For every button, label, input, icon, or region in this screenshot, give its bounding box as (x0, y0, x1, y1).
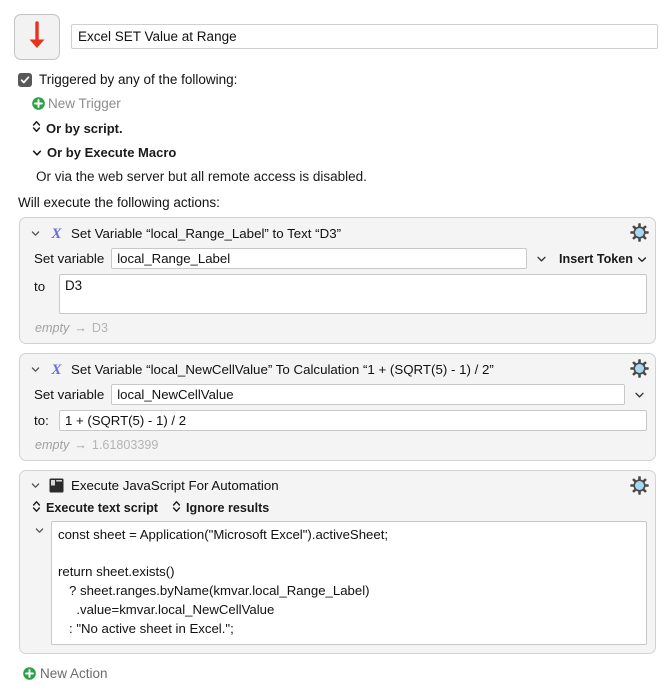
variable-name-input-2[interactable]: local_NewCellValue (111, 384, 625, 405)
macro-title-value: Excel SET Value at Range (78, 29, 237, 44)
variable-x-icon: X (47, 361, 65, 377)
chevron-down-icon[interactable] (30, 366, 41, 373)
variable-name-input-1[interactable]: local_Range_Label (111, 248, 528, 269)
insert-token-button-1[interactable]: Insert Token (556, 252, 647, 266)
ignore-results-label: Ignore results (186, 501, 270, 515)
result-line-2: empty → 1.61803399 (28, 434, 647, 452)
up-down-chevron-icon (172, 500, 181, 516)
trigger-enabled-label: Triggered by any of the following: (39, 72, 238, 87)
action-gear-icon-1[interactable] (630, 223, 649, 242)
chevron-down-icon (32, 145, 42, 160)
svg-text:X: X (50, 226, 62, 241)
to-row-1: to D3 (28, 272, 647, 317)
to-row-2: to: 1 + (SQRT(5) - 1) / 2 (28, 408, 647, 434)
to-label-2: to: (34, 413, 49, 428)
macro-editor-pane: Excel SET Value at Range Triggered by an… (0, 0, 670, 691)
or-by-script-label: Or by script. (46, 120, 123, 136)
variable-name-value-2: local_NewCellValue (117, 387, 234, 402)
actions-header: Will execute the following actions: (18, 195, 220, 210)
ignore-results-popup[interactable]: Ignore results (172, 500, 269, 516)
action-set-variable-text[interactable]: X Set Variable “local_Range_Label” to Te… (19, 217, 656, 344)
trigger-enabled-row[interactable]: Triggered by any of the following: (18, 72, 670, 87)
new-action-button[interactable]: New Action (0, 663, 670, 681)
action-set-variable-calculation[interactable]: X Set Variable “local_NewCellValue” To C… (19, 353, 656, 461)
script-editor-row: const sheet = Application("Microsoft Exc… (28, 521, 647, 646)
svg-text:X: X (50, 362, 62, 377)
variable-name-dropdown-2[interactable] (632, 391, 647, 399)
action-title-2: Set Variable “local_NewCellValue” To Cal… (71, 361, 494, 377)
calculation-input-2[interactable]: 1 + (SQRT(5) - 1) / 2 (59, 410, 647, 431)
macro-header: Excel SET Value at Range (0, 0, 670, 60)
insert-token-label-1: Insert Token (559, 251, 633, 266)
set-variable-row-2: Set variable local_NewCellValue (28, 382, 647, 408)
or-by-execute-macro-label: Or by Execute Macro (47, 145, 177, 160)
action-title-row-2[interactable]: X Set Variable “local_NewCellValue” To C… (28, 360, 647, 382)
result-value-1: D3 (91, 321, 108, 335)
variable-x-icon: X (47, 225, 65, 241)
trigger-section: Triggered by any of the following: New T… (0, 60, 670, 210)
trigger-enabled-checkbox[interactable] (18, 72, 32, 87)
action-gear-icon-3[interactable] (630, 476, 649, 495)
result-line-1: empty → D3 (28, 317, 647, 335)
calculation-value-2: 1 + (SQRT(5) - 1) / 2 (65, 413, 187, 428)
actions-list: X Set Variable “local_Range_Label” to Te… (0, 217, 670, 655)
macro-icon-button[interactable] (14, 14, 60, 60)
chevron-down-icon[interactable] (30, 482, 41, 489)
plus-circle-icon (32, 97, 45, 110)
to-label-1: to (34, 279, 46, 294)
up-down-chevron-icon (32, 500, 41, 516)
to-value-textarea-1[interactable]: D3 (59, 274, 647, 314)
new-trigger-button[interactable]: New Trigger (18, 96, 670, 111)
variable-name-value-1: local_Range_Label (117, 251, 231, 266)
set-variable-label-2: Set variable (34, 387, 105, 402)
plus-circle-icon (23, 667, 36, 681)
chevron-down-icon[interactable] (34, 521, 45, 534)
action-title-3: Execute JavaScript For Automation (71, 478, 279, 493)
script-options-row: Execute text script Ignore results (28, 498, 647, 521)
set-variable-label-1: Set variable (34, 251, 105, 266)
chevron-down-icon[interactable] (30, 230, 41, 237)
action-gear-icon-2[interactable] (630, 359, 649, 378)
chevron-down-icon (637, 252, 647, 266)
result-arrow-icon: → (74, 438, 87, 452)
action-title-row-1[interactable]: X Set Variable “local_Range_Label” to Te… (28, 224, 647, 246)
red-down-arrow-icon (24, 20, 50, 54)
script-textarea[interactable]: const sheet = Application("Microsoft Exc… (51, 521, 647, 646)
or-by-script-row[interactable]: Or by script. (18, 120, 670, 136)
variable-name-dropdown-1[interactable] (534, 255, 549, 263)
execute-text-script-label: Execute text script (46, 501, 158, 515)
execute-text-script-popup[interactable]: Execute text script (32, 500, 158, 516)
checkmark-icon (20, 75, 30, 83)
or-by-execute-macro-row[interactable]: Or by Execute Macro (18, 145, 670, 160)
script-terminal-icon (47, 478, 65, 493)
action-execute-javascript[interactable]: Execute JavaScript For Automation Execut… (19, 470, 656, 655)
macro-title-input[interactable]: Excel SET Value at Range (71, 24, 658, 49)
result-arrow-icon: → (74, 321, 87, 335)
action-title-row-3[interactable]: Execute JavaScript For Automation (28, 477, 647, 498)
new-action-label: New Action (40, 666, 108, 682)
set-variable-row-1: Set variable local_Range_Label Insert To… (28, 246, 647, 272)
to-value-1: D3 (65, 278, 83, 293)
result-value-2: 1.61803399 (91, 438, 159, 452)
up-down-chevron-icon (32, 120, 41, 136)
web-server-note: Or via the web server but all remote acc… (36, 169, 367, 184)
action-title-1: Set Variable “local_Range_Label” to Text… (71, 225, 342, 241)
result-empty-2: empty (35, 438, 70, 452)
result-empty-1: empty (35, 321, 70, 335)
new-trigger-label: New Trigger (48, 96, 121, 111)
